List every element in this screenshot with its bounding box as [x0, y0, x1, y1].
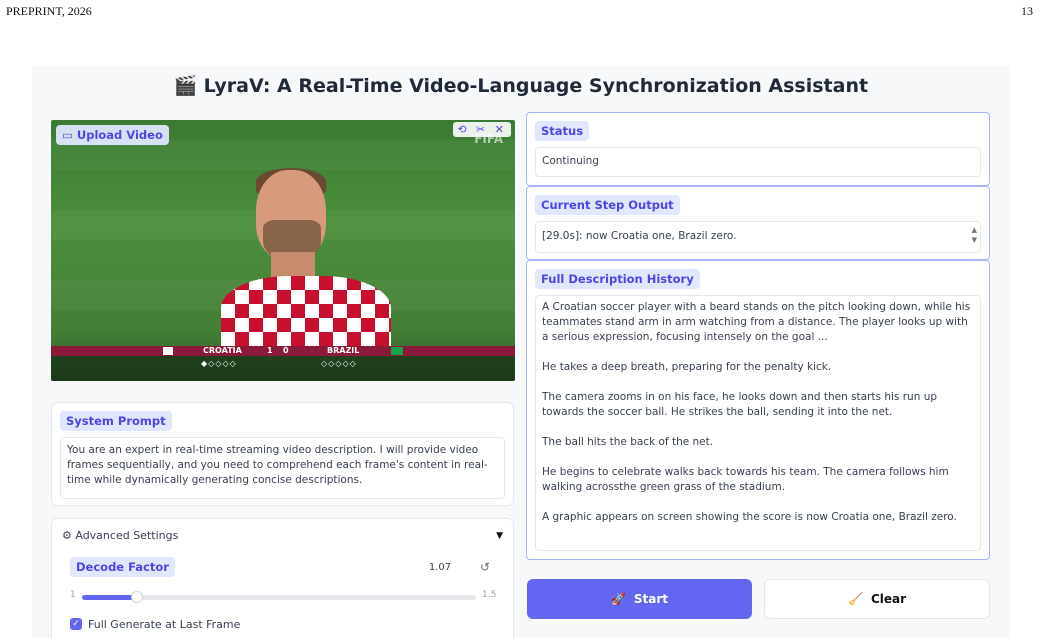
app-title: 🎬 LyraV: A Real-Time Video-Language Synch… — [32, 74, 1010, 97]
slider-thumb[interactable] — [131, 591, 144, 603]
decode-factor-slider[interactable] — [82, 591, 476, 603]
video-player[interactable]: FIFA ▭ Upload Video ⟲ ✂ ✕ CROATIA 1 0 BR… — [51, 120, 515, 381]
clapperboard-icon: 🎬 — [173, 75, 198, 97]
video-toolbar[interactable]: ⟲ ✂ ✕ — [453, 122, 511, 137]
paper-header: PREPRINT, 2026 13 — [6, 4, 1033, 20]
video-camera-icon: ▭ — [62, 128, 77, 142]
team2-score: 0 — [283, 346, 289, 355]
rocket-icon: 🚀 — [610, 592, 626, 606]
history-paragraph: A graphic appears on screen showing the … — [542, 511, 957, 523]
page-number: 13 — [1021, 4, 1033, 18]
upload-video-text: Upload Video — [76, 128, 163, 142]
clear-button[interactable]: 🧹 Clear — [764, 579, 990, 619]
team2-name: BRAZIL — [327, 346, 360, 355]
croatia-flag-icon — [163, 347, 173, 355]
scroll-arrows-icon[interactable]: ▲ ▼ — [972, 225, 977, 245]
team1-score: 1 — [267, 346, 273, 355]
history-field[interactable]: A Croatian soccer player with a beard st… — [535, 295, 981, 551]
advanced-settings-panel: ⚙ Advanced Settings ▼ Decode Factor 1.07… — [51, 518, 514, 638]
status-panel: Status Continuing — [526, 112, 990, 186]
full-generate-checkbox[interactable]: ✓ — [70, 618, 82, 630]
gear-icon: ⚙ — [62, 529, 76, 542]
paper-header-left: PREPRINT, 2026 — [6, 4, 92, 18]
current-step-panel: Current Step Output [29.0s]: now Croatia… — [526, 186, 990, 260]
slider-max-label: 1.5 — [482, 590, 497, 600]
system-prompt-label: System Prompt — [60, 411, 172, 431]
history-panel: Full Description History A Croatian socc… — [526, 260, 990, 560]
reset-icon[interactable]: ↺ — [480, 560, 490, 574]
decode-factor-label: Decode Factor — [70, 557, 175, 577]
history-paragraph: The ball hits the back of the net. — [542, 436, 714, 448]
broom-icon: 🧹 — [847, 592, 863, 606]
system-prompt-block: System Prompt You are an expert in real-… — [51, 402, 514, 506]
brazil-flag-icon — [391, 347, 403, 355]
full-generate-label: Full Generate at Last Frame — [88, 618, 241, 631]
player-shirt — [221, 276, 391, 356]
history-paragraph: He takes a deep breath, preparing for th… — [542, 361, 832, 373]
start-label: Start — [633, 592, 669, 606]
team2-penalty-dots: ◇◇◇◇◇ — [321, 359, 357, 368]
history-label: Full Description History — [535, 269, 700, 289]
history-paragraph: The camera zooms in on his face, he look… — [542, 391, 938, 418]
advanced-settings-label: Advanced Settings — [75, 529, 179, 542]
history-paragraph: A Croatian soccer player with a beard st… — [542, 301, 971, 343]
app-title-text: LyraV: A Real-Time Video-Language Synchr… — [203, 75, 869, 97]
clear-label: Clear — [870, 592, 907, 606]
team1-name: CROATIA — [203, 346, 242, 355]
caret-down-icon[interactable]: ▼ — [496, 531, 503, 541]
app-window: 🎬 LyraV: A Real-Time Video-Language Synch… — [32, 66, 1010, 638]
history-paragraph: He begins to celebrate walks back toward… — [542, 466, 949, 493]
team1-penalty-dots: ◆◇◇◇◇ — [201, 359, 237, 368]
decode-factor-input[interactable]: 1.07 — [410, 562, 470, 573]
current-step-field[interactable]: [29.0s]: now Croatia one, Brazil zero. — [535, 221, 981, 253]
system-prompt-textarea[interactable]: You are an expert in real-time streaming… — [60, 437, 505, 499]
scoreboard-lower — [51, 356, 515, 381]
slider-min-label: 1 — [70, 590, 76, 600]
start-button[interactable]: 🚀 Start — [527, 579, 752, 619]
slider-fill — [82, 595, 138, 600]
status-label: Status — [535, 121, 590, 141]
status-field[interactable]: Continuing — [535, 147, 981, 177]
advanced-settings-toggle[interactable]: ⚙ Advanced Settings — [62, 529, 178, 542]
current-step-label: Current Step Output — [535, 195, 680, 215]
upload-video-label[interactable]: ▭ Upload Video — [56, 125, 169, 145]
